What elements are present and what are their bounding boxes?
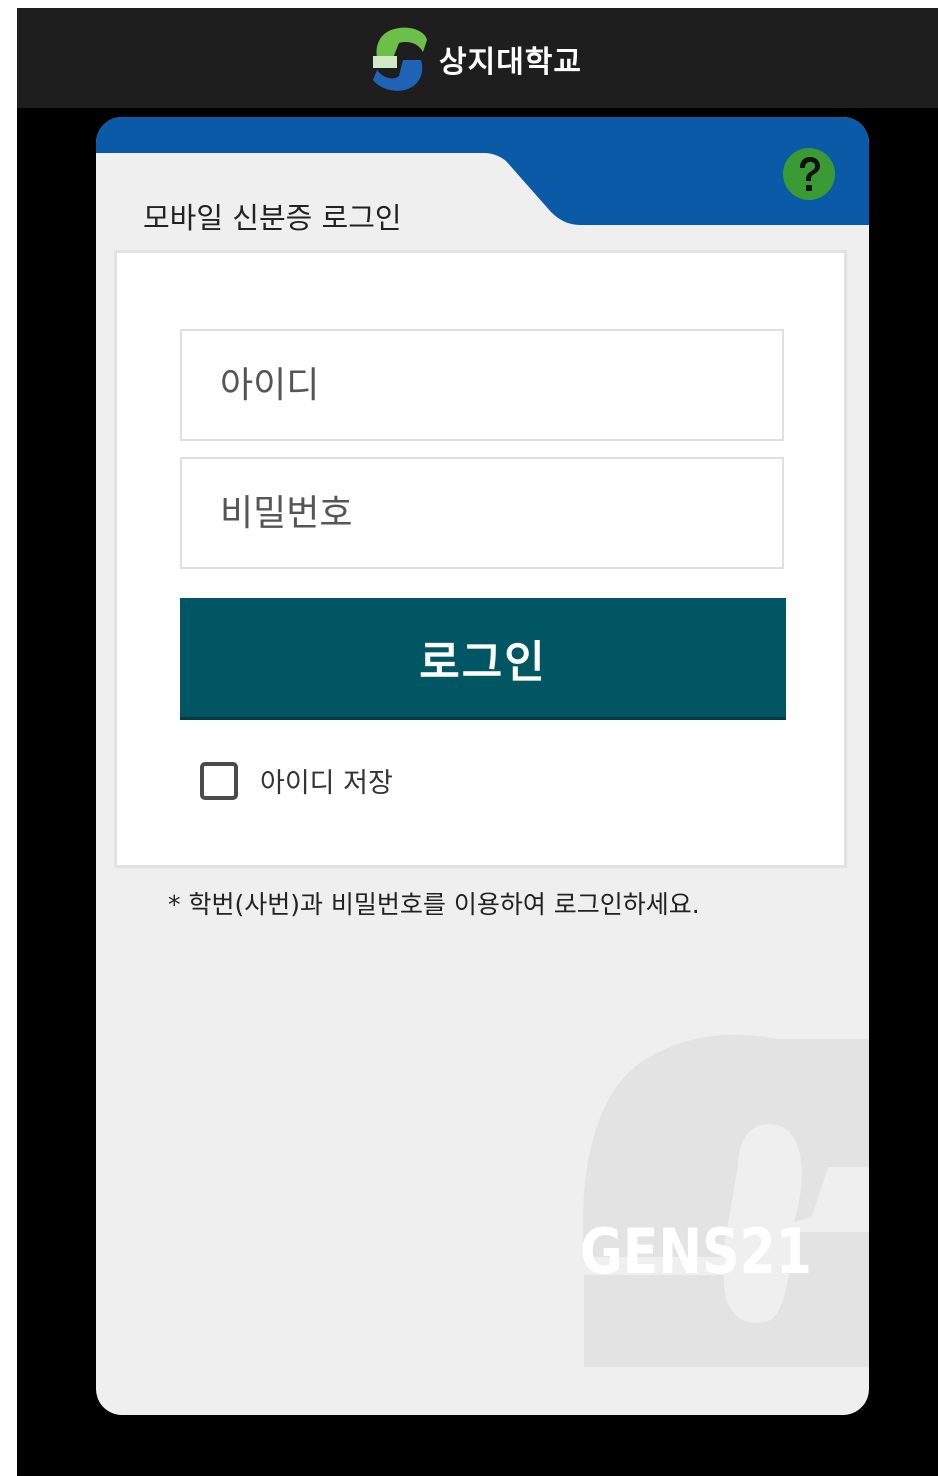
remember-id-label: 아이디 저장 [260,768,393,799]
id-input[interactable] [180,329,784,441]
login-form: 로그인 아이디 저장 [117,253,844,865]
university-logo-icon [373,27,427,91]
brand: 상지대학교 [369,26,582,92]
help-icon[interactable] [782,147,836,201]
university-name: 상지대학교 [439,45,582,80]
password-input[interactable] [180,457,784,569]
watermark-text: GENS21 [580,1215,812,1288]
login-button[interactable]: 로그인 [180,598,786,720]
app-header: 상지대학교 [17,8,938,108]
app-screen: 상지대학교 모바일 신분증 로그인 로그인 아이디 저장 * 학번(사번)과 비… [17,8,938,1476]
card-title: 모바일 신분증 로그인 [143,201,402,235]
login-card: 모바일 신분증 로그인 로그인 아이디 저장 * 학번(사번)과 비밀번호를 이… [96,117,869,1415]
remember-id-option[interactable]: 아이디 저장 [200,761,393,800]
gens21-watermark-icon: GENS21 [580,1034,869,1367]
login-notice: * 학번(사번)과 비밀번호를 이용하여 로그인하세요. [168,890,700,919]
remember-id-checkbox[interactable] [200,761,238,800]
